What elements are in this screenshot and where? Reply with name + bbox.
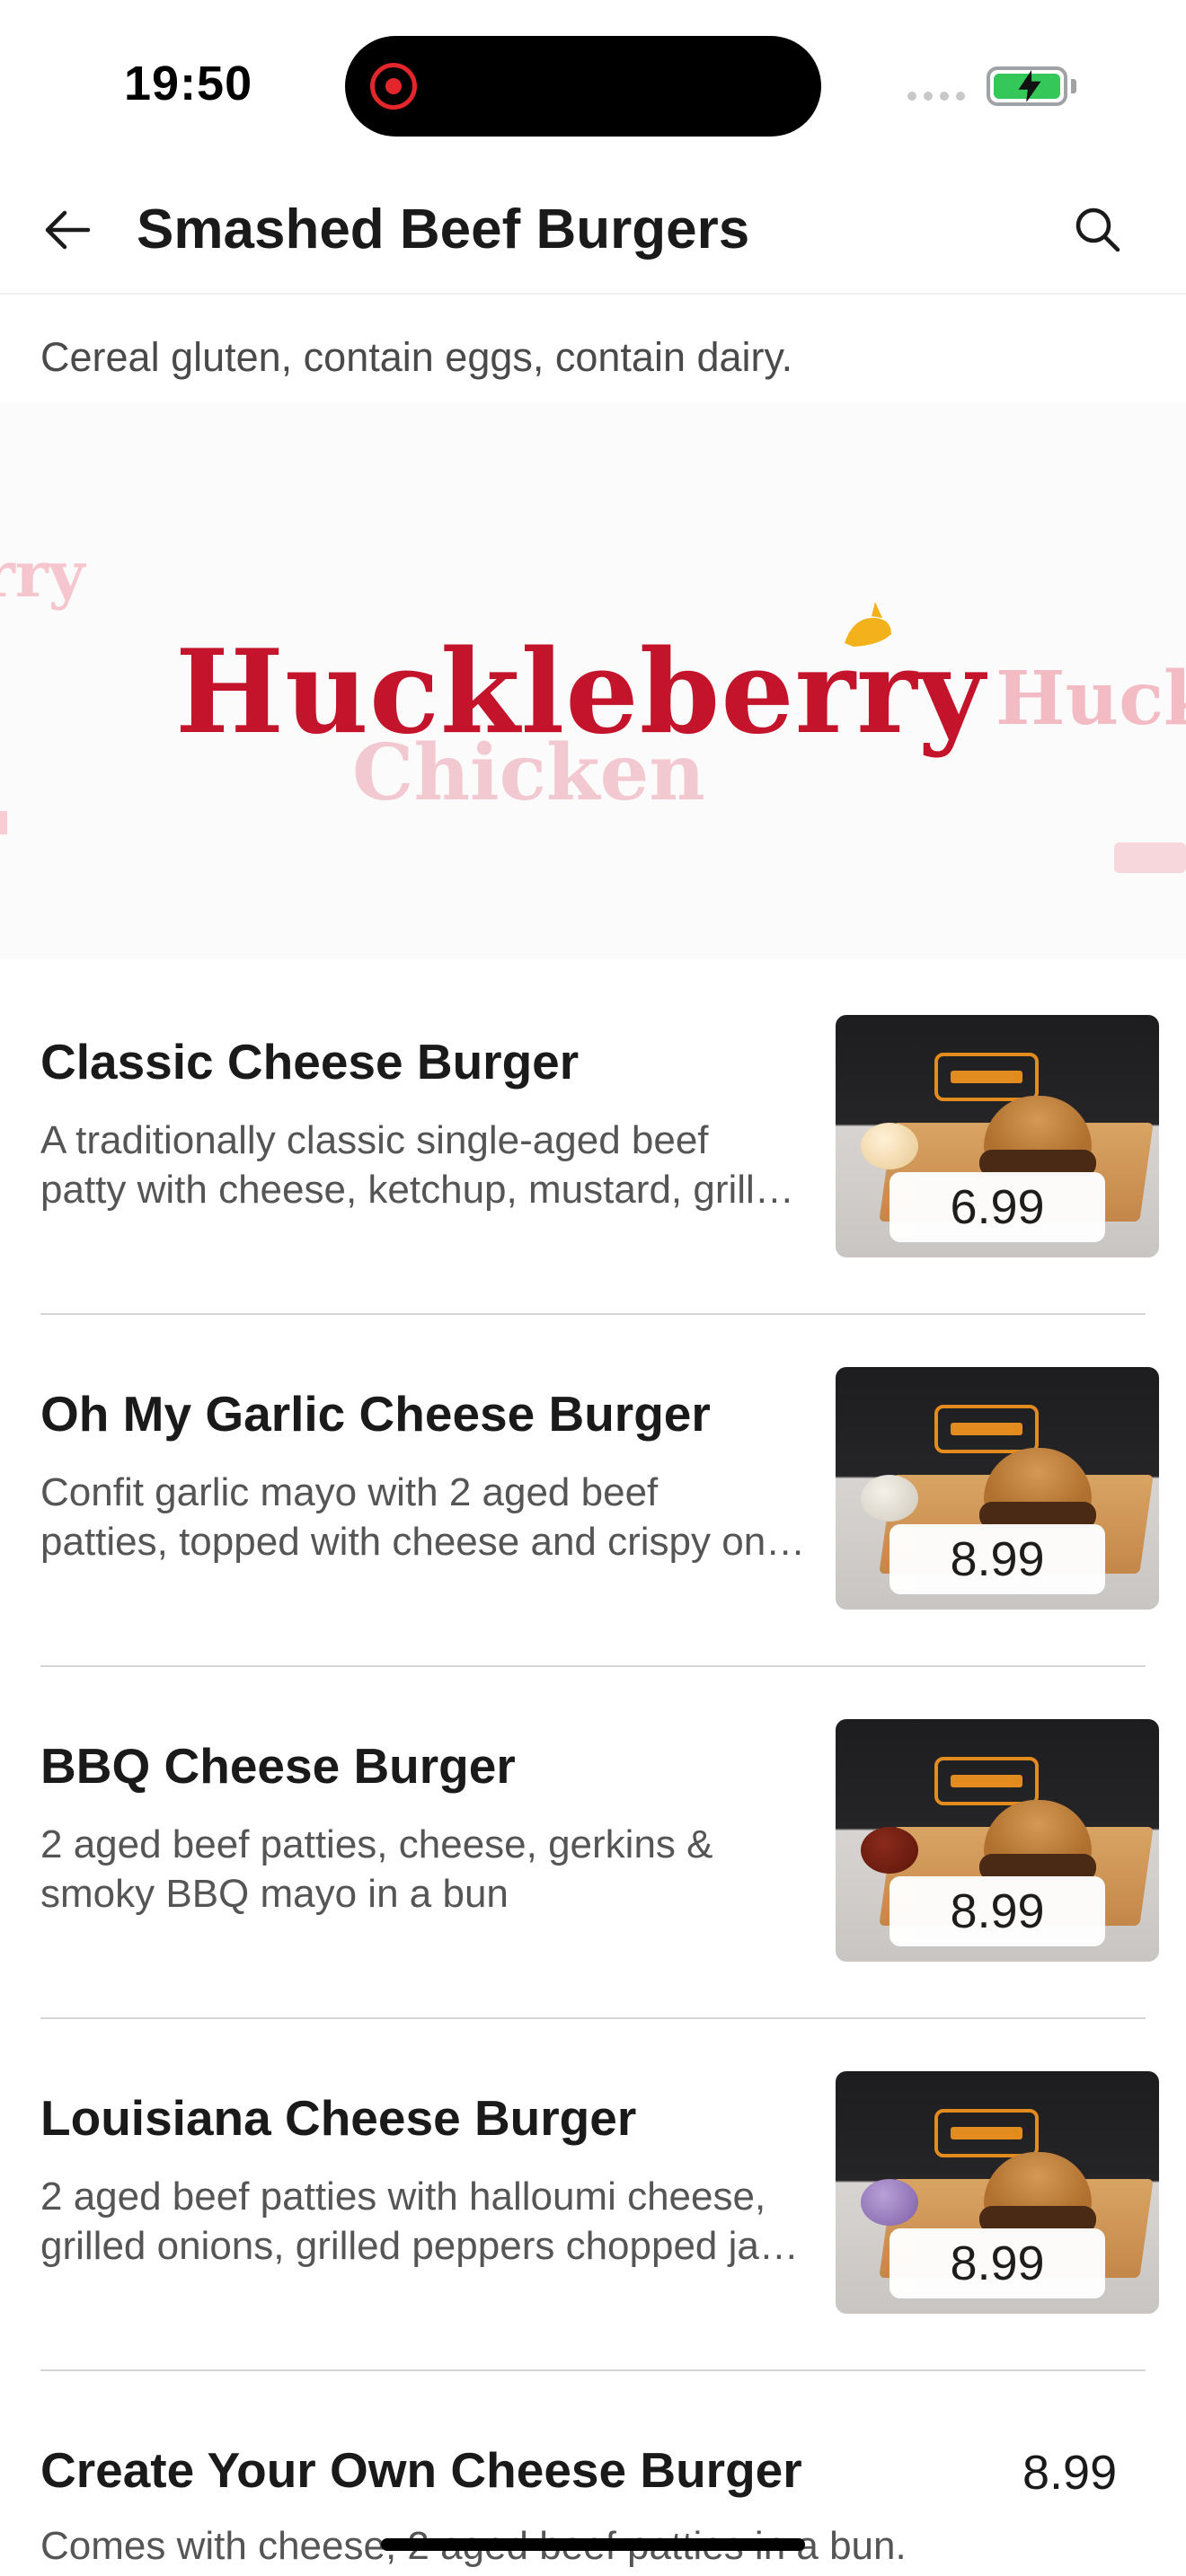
coleslaw-pot xyxy=(861,2179,918,2226)
dynamic-island xyxy=(345,36,821,137)
menu-item-description: A traditionally classic single-aged beef… xyxy=(40,1116,813,1214)
menu-item-description-line: patty with cheese, ketchup, mustard, gri… xyxy=(40,1168,794,1212)
menu-item[interactable]: BBQ Cheese Burger 2 aged beef patties, c… xyxy=(0,1719,1186,2089)
garlic-bulb xyxy=(861,1475,918,1522)
menu-item-image[interactable]: 8.99 xyxy=(836,1367,1159,1610)
menu-item-name: Create Your Own Cheese Burger xyxy=(40,2442,802,2498)
bbq-sauce-pot xyxy=(861,1827,918,1874)
menu-item-name: Oh My Garlic Cheese Burger xyxy=(40,1386,711,1442)
recording-icon xyxy=(370,63,417,110)
menu-item[interactable]: Louisiana Cheese Burger 2 aged beef patt… xyxy=(0,2071,1186,2441)
menu-item-description-line: smoky BBQ mayo in a bun xyxy=(40,1872,509,1916)
divider xyxy=(40,1313,1146,1315)
battery-icon xyxy=(987,66,1067,106)
page-header: Smashed Beef Burgers xyxy=(0,162,1186,295)
arrow-left-icon xyxy=(45,210,91,250)
divider xyxy=(40,1665,1146,1667)
menu-item-description-line: 2 aged beef patties, cheese, gerkins & xyxy=(40,1822,713,1866)
charging-bolt-icon xyxy=(1018,69,1041,101)
price-badge: 8.99 xyxy=(890,1524,1105,1594)
page-title: Smashed Beef Burgers xyxy=(137,198,750,260)
huckleberry-badge-icon xyxy=(934,1053,1039,1101)
banner-ghost-text-left: rry xyxy=(0,537,85,612)
menu-item-image[interactable]: 6.99 xyxy=(836,1015,1159,1257)
allergen-note: Cereal gluten, contain eggs, contain dai… xyxy=(40,334,793,380)
status-time: 19:50 xyxy=(124,57,253,110)
menu-item-description: 2 aged beef patties, cheese, gerkins & s… xyxy=(40,1820,813,1919)
menu-item-image[interactable]: 8.99 xyxy=(836,1719,1159,1962)
menu-item[interactable]: Oh My Garlic Cheese Burger Confit garlic… xyxy=(0,1367,1186,1737)
back-button[interactable] xyxy=(40,201,97,259)
menu-item[interactable]: Create Your Own Cheese Burger 8.99 Comes… xyxy=(0,2441,1186,2576)
huckleberry-badge-icon xyxy=(934,1757,1039,1805)
menu-item-name: Classic Cheese Burger xyxy=(40,1034,580,1090)
status-bar: 19:50 xyxy=(0,0,1186,162)
search-icon xyxy=(1075,207,1120,252)
huckleberry-badge-icon xyxy=(934,1405,1039,1453)
menu-item-name: BBQ Cheese Burger xyxy=(40,1738,516,1794)
menu-item-name: Louisiana Cheese Burger xyxy=(40,2090,637,2146)
brand-logo-subtext: Chicken xyxy=(352,728,705,818)
banner-ghost-mark-right xyxy=(1114,842,1186,873)
menu-item-description-line: Confit garlic mayo with 2 aged beef xyxy=(40,1470,659,1514)
menu-item-description-line: grilled onions, grilled peppers chopped … xyxy=(40,2224,799,2268)
price-badge: 8.99 xyxy=(890,1876,1105,1946)
menu-item-description: Confit garlic mayo with 2 aged beef patt… xyxy=(40,1468,813,1566)
battery-cap xyxy=(1071,79,1076,93)
sauce-pot xyxy=(861,1123,918,1169)
divider xyxy=(40,2017,1146,2019)
menu-item-price: 8.99 xyxy=(1022,2446,1118,2500)
restaurant-banner: rry Huckleberry Chicken Huck xyxy=(0,402,1186,959)
divider xyxy=(40,2369,1146,2371)
menu-item-image[interactable]: 8.99 xyxy=(836,2071,1159,2314)
menu-item[interactable]: Classic Cheese Burger A traditionally cl… xyxy=(0,1015,1186,1385)
price-badge: 8.99 xyxy=(890,2228,1105,2298)
search-button[interactable] xyxy=(1069,201,1127,259)
menu-item-description-line: 2 aged beef patties with halloumi cheese… xyxy=(40,2175,766,2219)
banner-ghost-text-right: Huck xyxy=(996,656,1186,742)
home-indicator[interactable] xyxy=(381,2538,805,2551)
banner-ghost-mark xyxy=(0,811,7,834)
menu-item-description-line: A traditionally classic single-aged beef xyxy=(40,1118,709,1162)
menu-item-description: 2 aged beef patties with halloumi cheese… xyxy=(40,2172,813,2271)
menu-item-description-line: patties, topped with cheese and crispy o… xyxy=(40,1520,806,1564)
huckleberry-badge-icon xyxy=(934,2109,1039,2157)
price-badge: 6.99 xyxy=(890,1172,1105,1242)
signal-icon xyxy=(907,92,965,101)
